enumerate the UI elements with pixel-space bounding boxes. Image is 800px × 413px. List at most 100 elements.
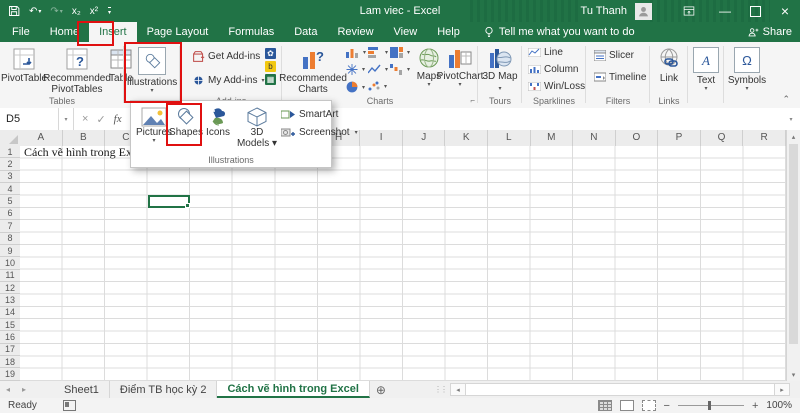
tab-insert[interactable]: Insert	[89, 22, 137, 42]
sparkline-column-button[interactable]: Column	[528, 64, 578, 75]
zoom-out-button[interactable]: −	[664, 400, 670, 412]
insert-line-chart-button[interactable]: ▾	[368, 64, 388, 75]
text-button[interactable]: A Text ▾	[691, 44, 721, 92]
sheet-nav-left-icon[interactable]: ◂	[0, 381, 16, 398]
zoom-slider[interactable]	[678, 405, 744, 406]
recommended-charts-button[interactable]: ? Recommended Charts	[284, 44, 342, 95]
tab-formulas[interactable]: Formulas	[218, 22, 284, 42]
slicer-button[interactable]: Slicer	[594, 50, 634, 61]
insert-radar-chart-button[interactable]: ▾	[346, 64, 365, 75]
sparkline-line-button[interactable]: Line	[528, 47, 563, 58]
zoom-level[interactable]: 100%	[766, 400, 792, 411]
insert-hierarchy-chart-button[interactable]: ▾	[390, 47, 410, 58]
row-header-18[interactable]: 18	[0, 356, 20, 368]
row-header-13[interactable]: 13	[0, 294, 20, 306]
row-header-12[interactable]: 12	[0, 282, 20, 294]
subscript-button[interactable]: x₂	[72, 6, 81, 17]
tab-review[interactable]: Review	[327, 22, 383, 42]
redo-button[interactable]: ↷▾	[50, 6, 62, 17]
column-header-L[interactable]: L	[488, 130, 531, 146]
link-button[interactable]: Link	[653, 44, 685, 84]
undo-button[interactable]: ↶▾	[29, 6, 41, 17]
3d-map-button[interactable]: 3D Map ▾	[482, 44, 518, 93]
name-box[interactable]: D5	[0, 108, 59, 130]
share-button[interactable]: Share	[748, 26, 792, 38]
zoom-slider-handle[interactable]	[708, 401, 711, 410]
column-header-J[interactable]: J	[403, 130, 446, 146]
save-icon[interactable]	[8, 5, 20, 17]
zoom-in-button[interactable]: +	[752, 400, 758, 412]
row-header-17[interactable]: 17	[0, 344, 20, 356]
column-header-P[interactable]: P	[658, 130, 701, 146]
ribbon-display-options-icon[interactable]	[674, 0, 704, 22]
insert-scatter-chart-button[interactable]: ▾	[368, 81, 387, 92]
column-header-N[interactable]: N	[573, 130, 616, 146]
tab-data[interactable]: Data	[284, 22, 327, 42]
insert-waterfall-chart-button[interactable]: ▾	[390, 64, 410, 75]
tab-help[interactable]: Help	[427, 22, 470, 42]
symbols-button[interactable]: Ω Symbols ▾	[727, 44, 767, 92]
insert-function-icon[interactable]: fx	[114, 113, 122, 125]
row-header-15[interactable]: 15	[0, 319, 20, 331]
row-header-11[interactable]: 11	[0, 270, 20, 282]
smartart-menu-item[interactable]: SmartArt	[281, 109, 338, 120]
avatar[interactable]	[635, 3, 652, 20]
row-header-6[interactable]: 6	[0, 208, 20, 220]
scroll-right-icon[interactable]: ▸	[774, 383, 790, 396]
minimize-button[interactable]: —	[710, 0, 740, 22]
tab-home[interactable]: Home	[40, 22, 89, 42]
3d-models-menu-item[interactable]: 3D Models ▾	[235, 107, 279, 149]
sparkline-winloss-button[interactable]: Win/Loss	[528, 81, 585, 92]
grid-cells[interactable]: Cách vẽ hình trong Excel	[20, 146, 786, 381]
get-addins-button[interactable]: Get Add-ins	[192, 50, 260, 63]
row-header-3[interactable]: 3	[0, 171, 20, 183]
sheet-tab-diem-tb[interactable]: Điểm TB học kỳ 2	[110, 381, 218, 398]
maximize-button[interactable]	[740, 0, 770, 22]
insert-column-chart-button[interactable]: ▾	[346, 47, 366, 58]
column-header-O[interactable]: O	[616, 130, 659, 146]
tab-file[interactable]: File	[0, 22, 40, 42]
icons-menu-item[interactable]: Icons	[203, 107, 233, 138]
column-header-A[interactable]: A	[20, 130, 63, 146]
page-layout-view-icon[interactable]	[620, 400, 634, 411]
row-header-2[interactable]: 2	[0, 158, 20, 170]
scroll-down-icon[interactable]: ▾	[787, 368, 800, 381]
sheet-tab-sheet1[interactable]: Sheet1	[54, 381, 110, 398]
row-header-4[interactable]: 4	[0, 183, 20, 195]
cancel-icon[interactable]: ×	[82, 113, 88, 125]
superscript-button[interactable]: x²	[90, 6, 98, 17]
addin-app-icon-green[interactable]: ▦	[265, 74, 276, 85]
horizontal-scroll-thumb[interactable]	[466, 383, 774, 396]
insert-pie-chart-button[interactable]: ▾	[346, 81, 365, 93]
close-button[interactable]: ×	[770, 0, 800, 22]
column-header-R[interactable]: R	[743, 130, 786, 146]
pictures-menu-item[interactable]: Pictures ▾	[137, 107, 171, 144]
enter-icon[interactable]: ✓	[96, 113, 105, 126]
customize-qat-icon[interactable]: ▾	[108, 7, 111, 16]
macro-record-icon[interactable]	[63, 400, 76, 411]
illustrations-button[interactable]: Illustrations ▾	[126, 44, 178, 94]
collapse-ribbon-icon[interactable]: ⌃	[782, 94, 790, 105]
scrollbar-resize-grip[interactable]: ⋮⋮	[434, 383, 446, 396]
row-header-14[interactable]: 14	[0, 307, 20, 319]
name-box-dropdown-icon[interactable]: ▾	[59, 108, 74, 130]
column-header-Q[interactable]: Q	[701, 130, 744, 146]
column-header-K[interactable]: K	[445, 130, 488, 146]
column-header-I[interactable]: I	[360, 130, 403, 146]
user-name[interactable]: Tu Thanh	[581, 5, 627, 17]
vertical-scrollbar[interactable]: ▴ ▾	[786, 130, 800, 381]
pivotchart-button[interactable]: PivotChart ▾	[442, 44, 478, 88]
addin-app-icon-bing[interactable]: b	[265, 61, 276, 72]
scroll-up-icon[interactable]: ▴	[787, 130, 800, 143]
column-header-M[interactable]: M	[531, 130, 574, 146]
horizontal-scrollbar[interactable]: ⋮⋮ ◂ ▸	[450, 383, 790, 396]
addin-app-icon-blue[interactable]: ✿	[265, 48, 276, 59]
formula-bar-expand-icon[interactable]: ▾	[782, 108, 800, 130]
row-header-7[interactable]: 7	[0, 220, 20, 232]
tab-view[interactable]: View	[384, 22, 428, 42]
row-header-9[interactable]: 9	[0, 245, 20, 257]
my-addins-button[interactable]: My Add-ins ▾	[192, 74, 264, 87]
timeline-button[interactable]: Timeline	[594, 72, 646, 83]
shapes-menu-item[interactable]: Shapes	[172, 107, 200, 138]
active-cell-d5[interactable]	[148, 195, 191, 207]
